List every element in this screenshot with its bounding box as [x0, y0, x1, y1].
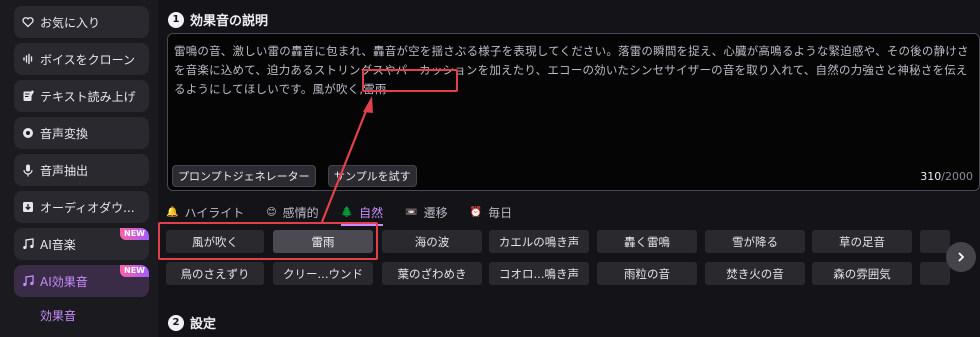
chip-creek-sound[interactable]: クリー...ウンド: [273, 262, 373, 285]
sidebar: お気に入り ボイスをクローン テキスト読み上げ 音声変換 音声抽出 オーディオダ…: [0, 0, 158, 337]
chip-ocean-waves[interactable]: 海の波: [382, 230, 482, 253]
chip-campfire[interactable]: 焚き火の音: [705, 262, 805, 285]
chip-forest-ambience[interactable]: 森の雰囲気: [812, 262, 912, 285]
chip-cricket-chirp[interactable]: コオロ...鳴き声: [489, 262, 589, 285]
sidebar-item-voice-changer[interactable]: 音声変換: [14, 117, 149, 149]
char-max: /2000: [941, 170, 973, 183]
sidebar-item-label: ボイスをクローン: [40, 52, 136, 67]
chip-rustling-leaves[interactable]: 葉のざわめき: [382, 262, 482, 285]
music-note-icon: [22, 274, 34, 288]
sidebar-item-label: お気に入り: [40, 15, 101, 30]
bell-icon: 🔔: [166, 206, 179, 218]
chevron-right-icon: [958, 252, 965, 262]
step-number: 2: [168, 314, 184, 331]
chip-raindrops[interactable]: 雨粒の音: [597, 262, 697, 285]
main-panel: 1 効果音の説明 雷鳴の音、激しい雷の轟音に包まれ、轟音が空を揺さぶる様子を表現…: [158, 0, 980, 337]
smile-icon: 😊: [266, 206, 277, 218]
scroll-right-button[interactable]: [946, 242, 976, 272]
tab-label: ハイライト: [184, 205, 245, 220]
tab-highlight[interactable]: 🔔 ハイライト: [166, 204, 244, 221]
sidebar-item-ai-sound-effects[interactable]: AI効果音 NEW: [14, 265, 149, 297]
sidebar-item-label: 音声変換: [40, 126, 89, 141]
section-title: 効果音の説明: [190, 14, 269, 29]
tab-label: 感情的: [282, 205, 319, 220]
tab-transition[interactable]: 📼 遷移: [405, 204, 447, 221]
text-highlight-box: [362, 69, 458, 92]
try-sample-button[interactable]: サンプルを試す: [328, 165, 417, 187]
char-count: 310: [920, 170, 942, 183]
sidebar-item-label: オーディオダウ...: [40, 200, 135, 215]
tab-label: 遷移: [423, 205, 448, 220]
alarm-clock-icon: ⏰: [469, 206, 483, 218]
sidebar-subitem-sound-effects[interactable]: 効果音: [14, 307, 149, 324]
tab-label: 自然: [359, 205, 384, 220]
voice-change-icon: [22, 126, 34, 140]
chip-overflow[interactable]: [920, 230, 950, 253]
document-edit-icon: [22, 89, 34, 103]
chip-rumbling-thunder[interactable]: 轟く雷鳴: [597, 230, 697, 253]
microphone-icon: [22, 163, 34, 177]
tab-label: 毎日: [488, 205, 513, 220]
heart-icon: [22, 15, 34, 29]
description-text[interactable]: 雷鳴の音、激しい雷の轟音に包まれ、轟音が空を揺さぶる様子を表現してください。落雷…: [174, 42, 969, 99]
sidebar-item-vocal-extract[interactable]: 音声抽出: [14, 154, 149, 186]
section-settings-header: 2 設定: [168, 313, 216, 332]
sidebar-item-label: AI音楽: [40, 237, 76, 252]
film-icon: 📼: [405, 206, 418, 218]
tab-nature[interactable]: 🌲 自然: [340, 204, 384, 226]
chip-bird-song[interactable]: 鳥のさえずり: [166, 262, 264, 285]
sidebar-item-favorites[interactable]: お気に入り: [14, 6, 149, 38]
sidebar-item-label: AI効果音: [40, 274, 88, 289]
download-icon: [22, 200, 34, 214]
char-counter: 310/2000: [920, 170, 973, 183]
step-number: 1: [168, 11, 184, 28]
sidebar-item-label: テキスト読み上げ: [40, 89, 136, 104]
prompt-generator-button[interactable]: プロンプトジェネレーター: [172, 165, 316, 187]
sidebar-item-ai-music[interactable]: AI音楽 NEW: [14, 228, 149, 260]
new-badge: NEW: [120, 228, 149, 240]
category-tabs: 🔔 ハイライト 😊 感情的 🌲 自然 📼 遷移 ⏰ 毎日: [166, 203, 534, 226]
chip-grass-footsteps[interactable]: 草の足音: [812, 230, 912, 253]
chip-snowfall[interactable]: 雪が降る: [705, 230, 805, 253]
music-note-icon: [22, 237, 34, 251]
new-badge: NEW: [120, 265, 149, 277]
waveform-icon: [22, 52, 34, 66]
sidebar-item-voice-clone[interactable]: ボイスをクローン: [14, 43, 149, 75]
chip-highlight-box: [158, 222, 378, 260]
tree-icon: 🌲: [340, 206, 354, 218]
chip-overflow[interactable]: [920, 262, 950, 285]
chip-frog-croak[interactable]: カエルの鳴き声: [489, 230, 589, 253]
tab-emotional[interactable]: 😊 感情的: [266, 204, 318, 221]
sidebar-item-audio-download[interactable]: オーディオダウ...: [14, 191, 149, 223]
description-textarea[interactable]: 雷鳴の音、激しい雷の轟音に包まれ、轟音が空を揺さぶる様子を表現してください。落雷…: [167, 33, 980, 191]
sidebar-item-label: 音声抽出: [40, 163, 89, 178]
tab-daily[interactable]: ⏰ 毎日: [470, 204, 512, 221]
section-title: 設定: [190, 317, 217, 332]
section-description-header: 1 効果音の説明: [168, 10, 268, 29]
sidebar-item-text-to-speech[interactable]: テキスト読み上げ: [14, 80, 149, 112]
